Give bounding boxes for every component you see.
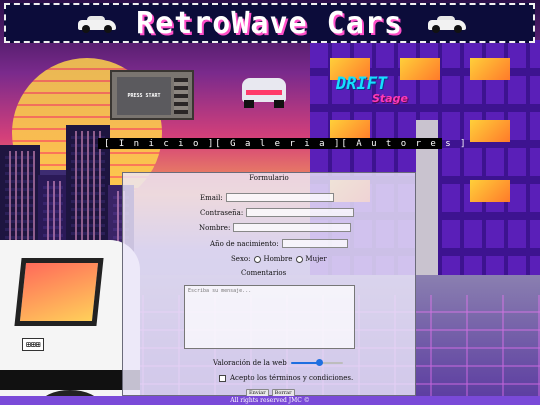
tower-window (470, 58, 510, 80)
slider-thumb[interactable] (316, 359, 324, 366)
sex-row: Sexo: Hombre Mujer (231, 255, 327, 263)
comments-row: Comentarios (241, 269, 286, 277)
car-stripe (0, 370, 140, 390)
nav-link-autores[interactable]: [ A u t o r e s ] (341, 139, 467, 149)
radio-mujer[interactable] (296, 255, 304, 263)
birthyear-label: Año de nacimiento: (210, 239, 279, 248)
radio-hombre[interactable] (254, 255, 262, 263)
contact-form: Formulario Email: Contraseña: Nombre: Añ… (122, 172, 416, 398)
comments-label: Comentarios (241, 269, 287, 277)
slider-fill (290, 362, 320, 364)
drift-stage-logo: DRIFT Stage (334, 74, 444, 112)
form-legend: Formulario (249, 174, 289, 182)
tv-screen: PRESS START (117, 77, 171, 115)
nav-link-galeria[interactable]: [ G a l e r i a ] (215, 139, 341, 149)
message-textarea[interactable]: Escriba su mensaje... (184, 285, 355, 349)
site-footer: All rights reserved JMC © (0, 396, 540, 405)
terms-row: Acepto los términos y condiciones. (219, 374, 353, 382)
terms-label: Acepto los términos y condiciones. (230, 374, 354, 382)
logo-line2: Stage (372, 92, 408, 105)
name-field[interactable] (233, 223, 352, 232)
car-windshield (14, 258, 104, 326)
password-field[interactable] (246, 208, 355, 217)
rating-row: Valoración de la web (213, 358, 343, 368)
password-row: Contraseña: (200, 208, 355, 217)
tv-screen-text: PRESS START (127, 93, 161, 99)
sex-label: Sexo: (231, 255, 251, 263)
sex-option-hombre: Hombre (263, 255, 293, 263)
rating-slider[interactable] (290, 358, 343, 368)
nav-link-inicio[interactable]: [ I n i c i o ] (104, 139, 215, 149)
tower-window (470, 180, 510, 202)
email-row: Email: (200, 193, 334, 202)
site-header: RetroWave Cars (4, 3, 535, 43)
logo-line1: DRIFT (336, 74, 388, 94)
foreground-car: ⊞⊞⊞ (0, 240, 140, 405)
car-icon (428, 15, 466, 33)
retro-tv: PRESS START (110, 70, 194, 120)
terms-checkbox[interactable] (219, 374, 226, 382)
email-field[interactable] (225, 193, 334, 202)
tv-knobs (174, 78, 188, 114)
car-plate: ⊞⊞⊞ (22, 338, 45, 351)
main-nav: [ I n i c i o ] [ G a l e r i a ] [ A u … (98, 138, 466, 149)
password-label: Contraseña: (200, 208, 244, 217)
birthyear-row: Año de nacimiento: (210, 239, 348, 248)
tower-window (470, 120, 510, 142)
name-label: Nombre: (199, 223, 231, 232)
name-row: Nombre: (199, 223, 352, 232)
rating-label: Valoración de la web (213, 359, 287, 367)
sex-option-mujer: Mujer (305, 255, 327, 263)
birthyear-field[interactable] (281, 239, 348, 248)
racing-car-sprite (240, 72, 290, 110)
email-label: Email: (200, 193, 223, 202)
